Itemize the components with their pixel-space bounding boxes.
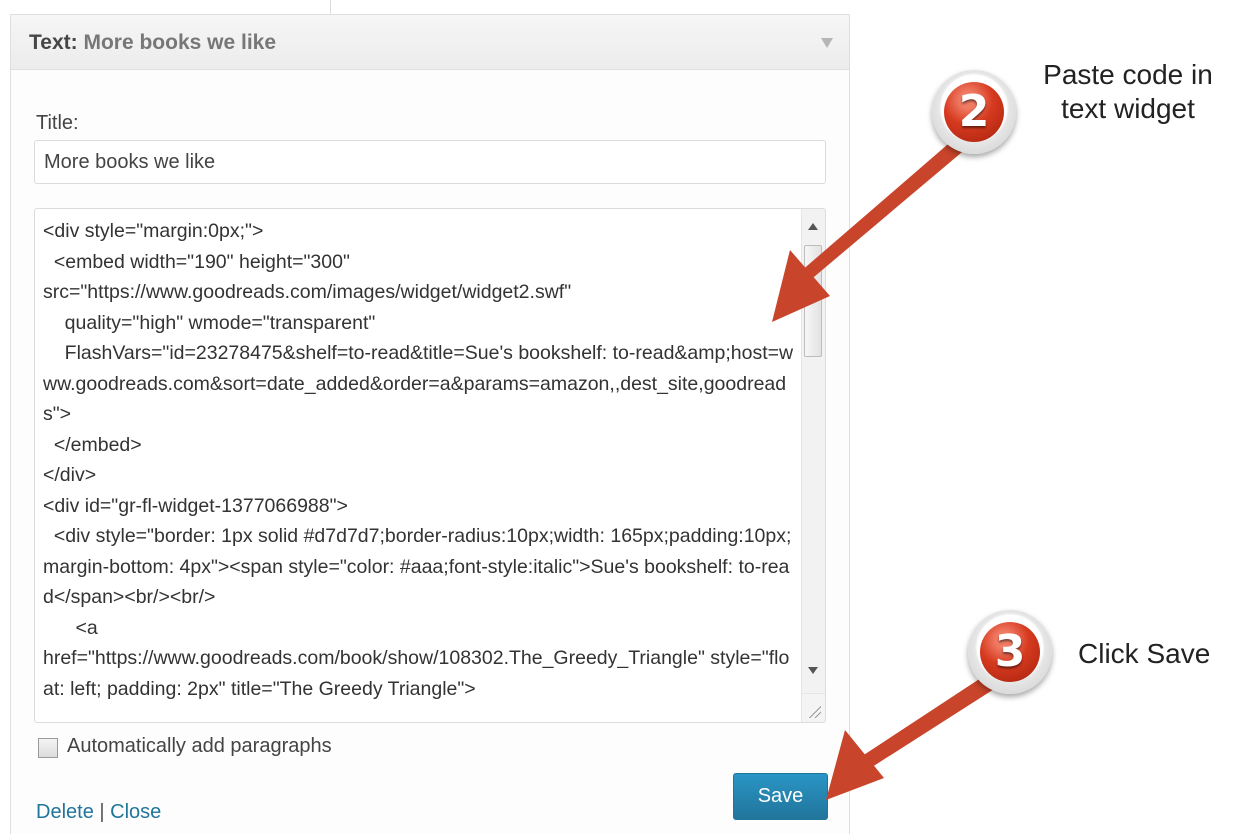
step-3-text: Click Save <box>1078 638 1211 669</box>
step-2-badge: 2 <box>932 70 1016 154</box>
arrow-icon <box>850 672 1002 776</box>
step-3-number: 3 <box>980 622 1040 682</box>
step-3-badge: 3 <box>968 610 1052 694</box>
arrow-icon <box>826 730 884 800</box>
step-2-number: 2 <box>944 82 1004 142</box>
step-2-text: Paste code in text widget <box>1043 59 1213 124</box>
arrow-icon <box>800 132 974 282</box>
